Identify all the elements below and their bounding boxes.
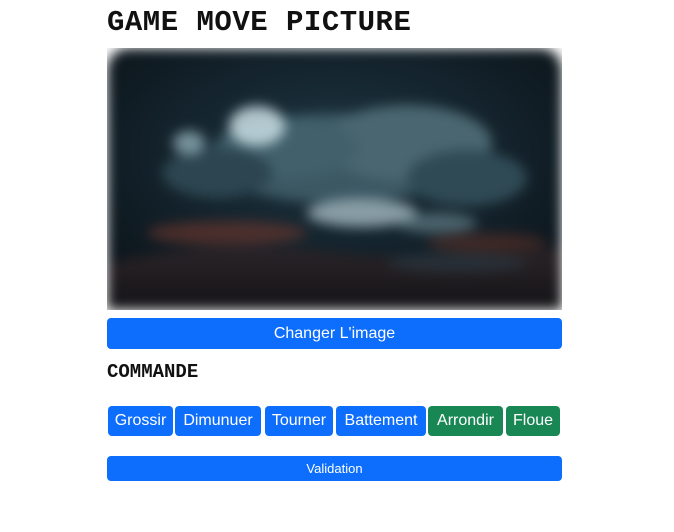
- validation-button[interactable]: Validation: [107, 456, 562, 481]
- floue-button[interactable]: Floue: [506, 406, 560, 436]
- page-title: GAME MOVE PICTURE: [107, 6, 412, 39]
- grossir-button[interactable]: Grossir: [108, 406, 173, 436]
- commands-heading: COMMANDE: [107, 361, 199, 383]
- battement-button[interactable]: Battement: [336, 406, 426, 436]
- game-picture-image: [107, 48, 562, 310]
- arrondir-button[interactable]: Arrondir: [428, 406, 503, 436]
- change-image-button[interactable]: Changer L'image: [107, 318, 562, 349]
- game-picture: [107, 48, 562, 310]
- dimunuer-button[interactable]: Dimunuer: [175, 406, 261, 436]
- tourner-button[interactable]: Tourner: [265, 406, 333, 436]
